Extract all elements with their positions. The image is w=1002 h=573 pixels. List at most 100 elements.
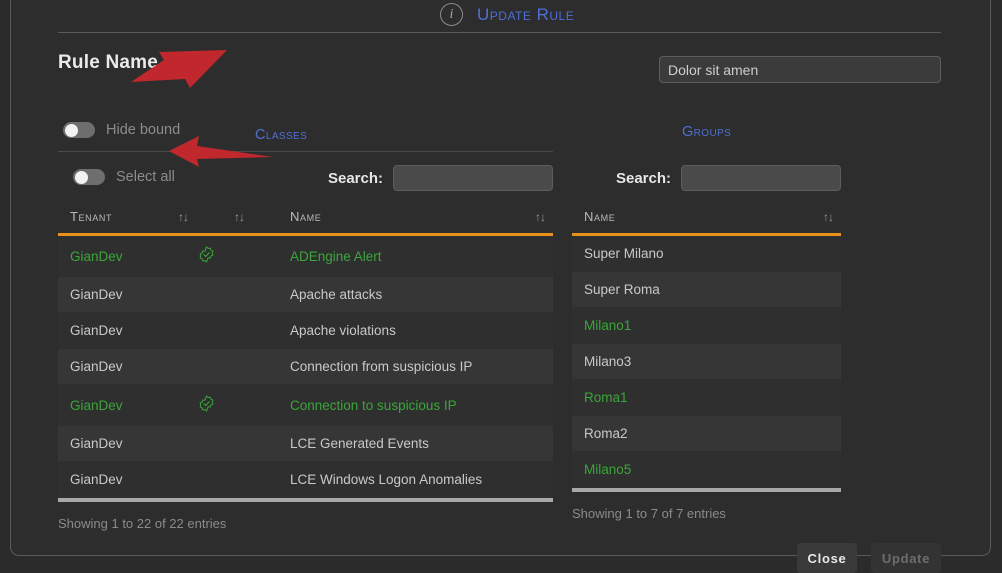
column-header-name[interactable]: Name bbox=[572, 201, 781, 236]
cell-spacer bbox=[234, 234, 290, 277]
list-item[interactable]: Roma2 bbox=[572, 415, 841, 452]
verified-icon bbox=[178, 384, 234, 426]
cell-spacer-2 bbox=[493, 276, 553, 313]
cell-name: Super Milano bbox=[572, 234, 781, 272]
groups-table-header-row: Name ↑↓ bbox=[572, 201, 841, 236]
dialog-header: i Update Rule bbox=[0, 0, 1002, 33]
list-item[interactable]: Roma1 bbox=[572, 379, 841, 416]
sort-toggle-name[interactable]: ↑↓ bbox=[493, 201, 553, 236]
table-row[interactable]: GianDev LCE Windows Logon Anomalies bbox=[58, 461, 553, 498]
column-header-tenant[interactable]: Tenant bbox=[58, 201, 178, 236]
dialog-footer: Close Update bbox=[0, 505, 1002, 573]
table-row[interactable]: GianDev ADEngine Alert bbox=[58, 234, 553, 277]
hide-bound-label: Hide bound bbox=[106, 122, 181, 138]
cell-name: Apache attacks bbox=[290, 276, 493, 313]
cell-spacer-2 bbox=[493, 384, 553, 426]
toggle-knob bbox=[64, 123, 78, 137]
cell-name: LCE Generated Events bbox=[290, 425, 493, 462]
cell-tenant: GianDev bbox=[58, 234, 178, 277]
table-row[interactable]: GianDev Apache attacks bbox=[58, 276, 553, 313]
cell-tenant: GianDev bbox=[58, 276, 178, 313]
cell-tenant: GianDev bbox=[58, 312, 178, 349]
cell-spacer bbox=[234, 276, 290, 313]
cell-spacer bbox=[234, 384, 290, 426]
rule-name-label: Rule Name bbox=[58, 52, 159, 73]
cell-spacer bbox=[781, 271, 841, 308]
rule-name-input[interactable] bbox=[659, 56, 941, 83]
cell-badge bbox=[178, 348, 234, 385]
groups-panel: Search: Name ↑↓ Super Milano Super Roma … bbox=[572, 160, 841, 521]
sort-toggle-tenant[interactable]: ↑↓ bbox=[178, 201, 234, 236]
classes-panel: Select all Search: Tenant ↑↓ ↑↓ Name ↑↓ bbox=[58, 160, 553, 531]
classes-search-group: Search: bbox=[328, 165, 553, 191]
section-divider bbox=[58, 151, 553, 152]
cell-tenant: GianDev bbox=[58, 425, 178, 462]
list-item[interactable]: Super Milano bbox=[572, 234, 841, 272]
table-row[interactable]: GianDev LCE Generated Events bbox=[58, 425, 553, 462]
verified-icon bbox=[178, 234, 234, 277]
cell-name: Roma2 bbox=[572, 415, 781, 452]
cell-name: Connection to suspicious IP bbox=[290, 384, 493, 426]
cell-spacer bbox=[781, 234, 841, 272]
groups-panel-toolbar: Search: bbox=[572, 160, 841, 201]
update-button: Update bbox=[871, 543, 941, 573]
groups-link[interactable]: Groups bbox=[682, 124, 731, 140]
select-all-label: Select all bbox=[116, 169, 175, 185]
groups-search-label: Search: bbox=[615, 169, 671, 187]
cell-name: Roma1 bbox=[572, 379, 781, 416]
select-all-toggle[interactable]: Select all bbox=[73, 169, 175, 185]
cell-name: Apache violations bbox=[290, 312, 493, 349]
list-item[interactable]: Super Roma bbox=[572, 271, 841, 308]
classes-table: Tenant ↑↓ ↑↓ Name ↑↓ GianDev ADEngine Al… bbox=[58, 201, 553, 498]
cell-spacer bbox=[781, 415, 841, 452]
cell-name: Connection from suspicious IP bbox=[290, 348, 493, 385]
close-button[interactable]: Close bbox=[797, 543, 857, 573]
hide-bound-toggle[interactable]: Hide bound bbox=[63, 122, 180, 138]
cell-spacer-2 bbox=[493, 425, 553, 462]
list-item[interactable]: Milano3 bbox=[572, 343, 841, 380]
column-header-name[interactable]: Name bbox=[290, 201, 493, 236]
cell-spacer bbox=[781, 343, 841, 380]
classes-link[interactable]: Classes bbox=[255, 127, 307, 143]
cell-tenant: GianDev bbox=[58, 461, 178, 498]
table-row[interactable]: GianDev Connection to suspicious IP bbox=[58, 384, 553, 426]
classes-table-header-row: Tenant ↑↓ ↑↓ Name ↑↓ bbox=[58, 201, 553, 236]
info-icon[interactable]: i bbox=[440, 3, 463, 26]
cell-spacer bbox=[234, 425, 290, 462]
cell-name: Super Roma bbox=[572, 271, 781, 308]
cell-badge bbox=[178, 312, 234, 349]
cell-spacer-2 bbox=[493, 348, 553, 385]
sort-toggle-groups-name[interactable]: ↑↓ bbox=[781, 201, 841, 236]
cell-spacer bbox=[234, 461, 290, 498]
cell-name: ADEngine Alert bbox=[290, 234, 493, 277]
cell-badge bbox=[178, 425, 234, 462]
table-row[interactable]: GianDev Apache violations bbox=[58, 312, 553, 349]
cell-name: LCE Windows Logon Anomalies bbox=[290, 461, 493, 498]
cell-name: Milano3 bbox=[572, 343, 781, 380]
cell-name: Milano5 bbox=[572, 451, 781, 488]
page-title: Update Rule bbox=[477, 4, 575, 24]
groups-search-input[interactable] bbox=[681, 165, 841, 191]
cell-tenant: GianDev bbox=[58, 348, 178, 385]
cell-spacer-2 bbox=[493, 234, 553, 277]
cell-spacer bbox=[234, 348, 290, 385]
groups-table-body: Super Milano Super Roma Milano1 Milano3 … bbox=[572, 234, 841, 488]
classes-table-body: GianDev ADEngine Alert GianDev Apache at… bbox=[58, 234, 553, 498]
cell-spacer bbox=[234, 312, 290, 349]
toggle-switch-select-all[interactable] bbox=[73, 169, 105, 185]
toggle-knob bbox=[74, 170, 88, 184]
classes-search-input[interactable] bbox=[393, 165, 553, 191]
dialog-body: Rule Name Hide bound Classes Groups Sele… bbox=[0, 33, 1002, 573]
classes-panel-toolbar: Select all Search: bbox=[58, 160, 553, 201]
cell-tenant: GianDev bbox=[58, 384, 178, 426]
cell-spacer bbox=[781, 379, 841, 416]
cell-spacer bbox=[781, 307, 841, 344]
table-row[interactable]: GianDev Connection from suspicious IP bbox=[58, 348, 553, 385]
list-item[interactable]: Milano5 bbox=[572, 451, 841, 488]
toggle-switch-hide-bound[interactable] bbox=[63, 122, 95, 138]
cell-spacer-2 bbox=[493, 461, 553, 498]
cell-badge bbox=[178, 276, 234, 313]
cell-spacer bbox=[781, 451, 841, 488]
sort-toggle-badge[interactable]: ↑↓ bbox=[234, 201, 290, 236]
list-item[interactable]: Milano1 bbox=[572, 307, 841, 344]
